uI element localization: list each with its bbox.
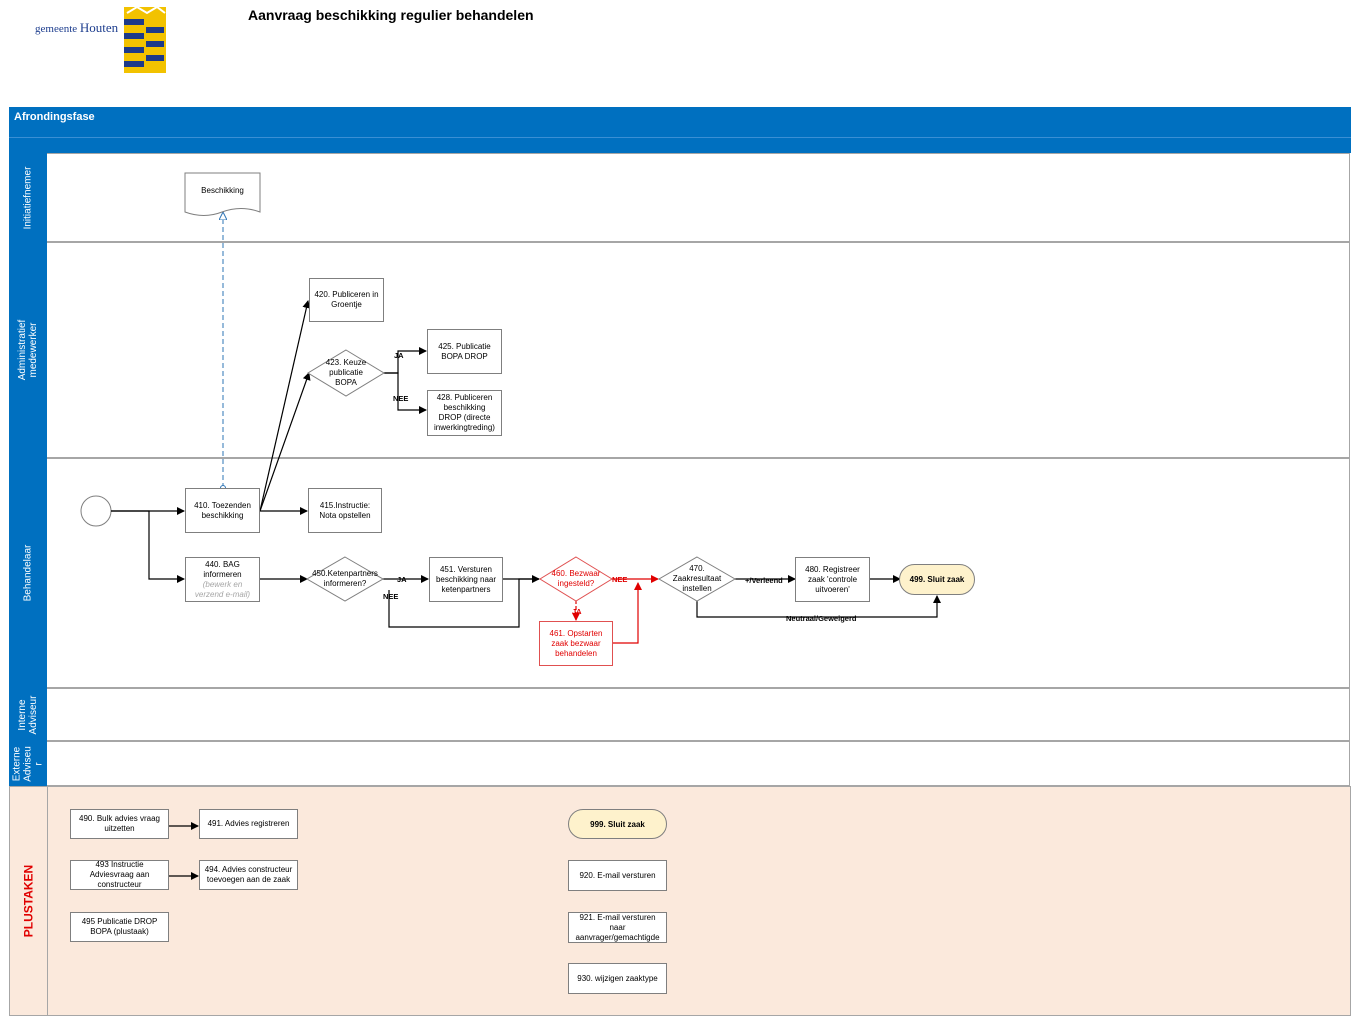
edge-410-420 bbox=[259, 300, 311, 512]
gateway-460-label: 460. Bezwaar ingesteld? bbox=[551, 569, 601, 588]
gateway-450-label: 450.Ketenpartners informeren? bbox=[312, 569, 378, 588]
plustask-930[interactable]: 930. wijzigen zaaktype bbox=[568, 963, 667, 994]
task-415[interactable]: 415.Instructie: Nota opstellen bbox=[308, 488, 382, 533]
task-461[interactable]: 461. Opstarten zaak bezwaar behandelen bbox=[539, 621, 613, 666]
plustask-491[interactable]: 491. Advies registreren bbox=[199, 809, 298, 839]
task-440[interactable]: 440. BAG informeren (bewerk en verzend e… bbox=[185, 557, 260, 602]
edge-410-423 bbox=[259, 372, 311, 512]
plustask-494[interactable]: 494. Advies constructeur toevoegen aan d… bbox=[199, 860, 298, 890]
edge-423-428 bbox=[384, 372, 427, 414]
task-410[interactable]: 410. Toezenden beschikking bbox=[185, 488, 260, 533]
gateway-423-label: 423. Keuze publicatie BOPA bbox=[325, 358, 367, 387]
start-event bbox=[80, 495, 112, 527]
edge-label-nee-423: NEE bbox=[393, 394, 409, 403]
task-428[interactable]: 428. Publiceren beschikking DROP (direct… bbox=[427, 390, 502, 436]
edge-label-ja-423: JA bbox=[394, 351, 404, 360]
task-440-subtitle: (bewerk en verzend e-mail) bbox=[194, 579, 251, 599]
end-event-499[interactable]: 499. Sluit zaak bbox=[899, 564, 975, 595]
edge-423-425 bbox=[384, 347, 427, 374]
plustask-999[interactable]: 999. Sluit zaak bbox=[568, 809, 667, 839]
edge-label-ja-450: JA bbox=[397, 575, 407, 584]
plustask-495[interactable]: 495 Publicatie DROP BOPA (plustaak) bbox=[70, 912, 169, 942]
edge-label-nee-460: NEE bbox=[612, 575, 628, 584]
plustask-493[interactable]: 493 Instructie Adviesvraag aan construct… bbox=[70, 860, 169, 890]
gateway-470-label: 470. Zaakresultaat instellen bbox=[672, 564, 722, 593]
task-420[interactable]: 420. Publiceren in Groentje bbox=[309, 278, 384, 322]
edge-label-verleend: +/Verleend bbox=[745, 576, 783, 585]
edge-start-440 bbox=[111, 510, 185, 583]
task-425[interactable]: 425. Publicatie BOPA DROP bbox=[427, 329, 502, 374]
task-480[interactable]: 480. Registreer zaak 'controle uitvoeren… bbox=[795, 557, 870, 602]
edge-461-470 bbox=[613, 582, 642, 644]
task-451[interactable]: 451. Versturen beschikking naar ketenpar… bbox=[429, 557, 503, 602]
document-beschikking: Beschikking bbox=[201, 186, 244, 195]
plustask-920[interactable]: 920. E-mail versturen bbox=[568, 860, 667, 891]
edge-label-nee-450: NEE bbox=[383, 592, 399, 601]
plustask-921[interactable]: 921. E-mail versturen naar aanvrager/gem… bbox=[568, 912, 667, 943]
edge-label-ja-460: JA bbox=[572, 607, 582, 616]
edge-label-neutraal: Neutraal/Geweigerd bbox=[786, 614, 857, 623]
task-440-title: 440. BAG informeren bbox=[203, 559, 242, 579]
plustask-490[interactable]: 490. Bulk advies vraag uitzetten bbox=[70, 809, 169, 839]
